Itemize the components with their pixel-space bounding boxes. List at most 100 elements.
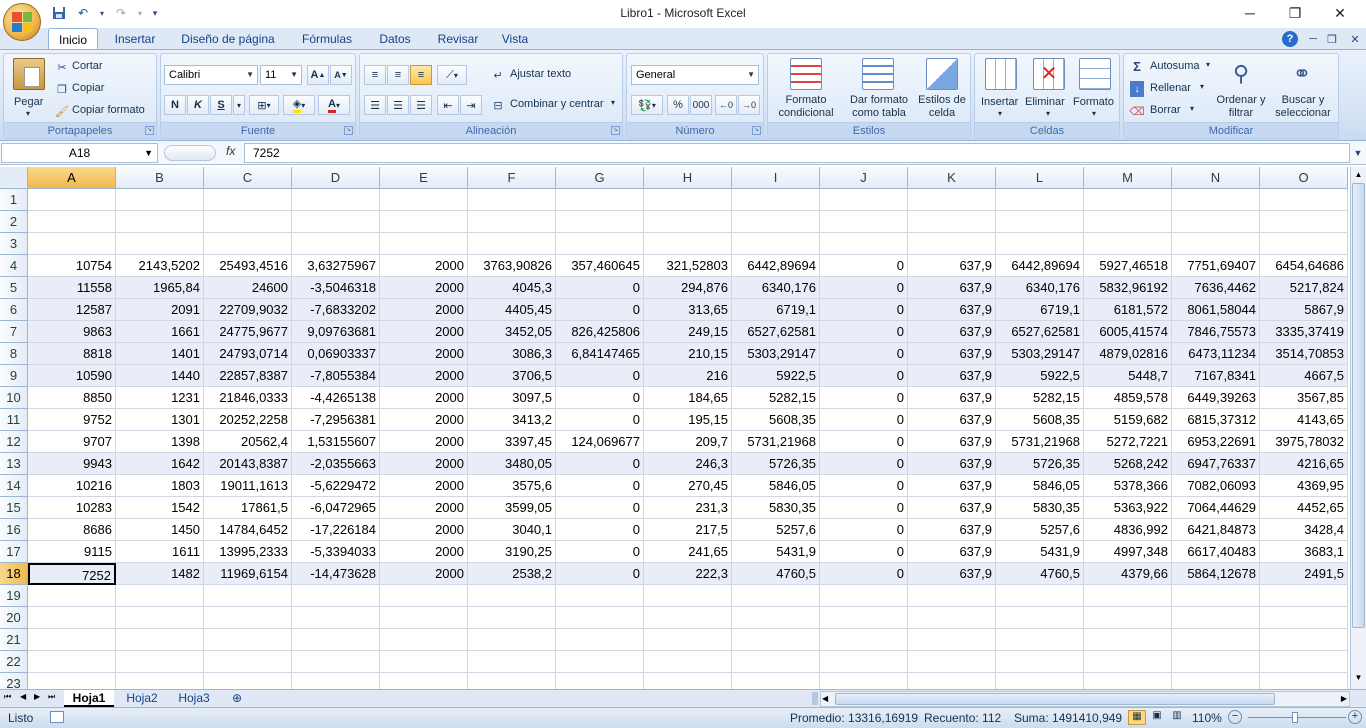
cell-g14[interactable]: 0	[556, 475, 644, 497]
align-middle-icon[interactable]: ≡	[387, 65, 409, 85]
cell-i23[interactable]	[732, 673, 820, 689]
cell-n7[interactable]: 7846,75573	[1172, 321, 1260, 343]
row-header-7[interactable]: 7	[0, 321, 28, 343]
cell-i16[interactable]: 5257,6	[732, 519, 820, 541]
cell-n15[interactable]: 7064,44629	[1172, 497, 1260, 519]
cell-j6[interactable]: 0	[820, 299, 908, 321]
cell-g11[interactable]: 0	[556, 409, 644, 431]
cell-l21[interactable]	[996, 629, 1084, 651]
cell-e9[interactable]: 2000	[380, 365, 468, 387]
row-header-13[interactable]: 13	[0, 453, 28, 475]
vertical-scroll-thumb[interactable]	[1352, 183, 1365, 628]
name-box[interactable]: A18 ▼	[1, 143, 158, 163]
sheet-tab-hoja2[interactable]: Hoja2	[118, 690, 166, 707]
cell-f4[interactable]: 3763,90826	[468, 255, 556, 277]
cell-k20[interactable]	[908, 607, 996, 629]
cell-i1[interactable]	[732, 189, 820, 211]
cell-b6[interactable]: 2091	[116, 299, 204, 321]
cell-o22[interactable]	[1260, 651, 1348, 673]
align-bottom-icon[interactable]: ≡	[410, 65, 432, 85]
cell-a21[interactable]	[28, 629, 116, 651]
cell-f3[interactable]	[468, 233, 556, 255]
cell-d8[interactable]: 0,06903337	[292, 343, 380, 365]
cell-l20[interactable]	[996, 607, 1084, 629]
row-header-16[interactable]: 16	[0, 519, 28, 541]
cell-f8[interactable]: 3086,3	[468, 343, 556, 365]
expand-formula-icon[interactable]: ▼	[1352, 145, 1364, 161]
cell-a22[interactable]	[28, 651, 116, 673]
cell-d5[interactable]: -3,5046318	[292, 277, 380, 299]
cell-a4[interactable]: 10754	[28, 255, 116, 277]
cell-a18[interactable]: 7252	[28, 563, 116, 585]
cell-f18[interactable]: 2538,2	[468, 563, 556, 585]
select-all-corner[interactable]	[0, 167, 28, 189]
cell-c22[interactable]	[204, 651, 292, 673]
cell-f9[interactable]: 3706,5	[468, 365, 556, 387]
row-header-3[interactable]: 3	[0, 233, 28, 255]
cell-f14[interactable]: 3575,6	[468, 475, 556, 497]
cell-e23[interactable]	[380, 673, 468, 689]
cell-e5[interactable]: 2000	[380, 277, 468, 299]
scroll-down-icon[interactable]: ▼	[1352, 671, 1365, 685]
cell-g18[interactable]: 0	[556, 563, 644, 585]
cell-o9[interactable]: 4667,5	[1260, 365, 1348, 387]
cell-e12[interactable]: 2000	[380, 431, 468, 453]
cell-k9[interactable]: 637,9	[908, 365, 996, 387]
row-header-21[interactable]: 21	[0, 629, 28, 651]
cell-d2[interactable]	[292, 211, 380, 233]
cell-h13[interactable]: 246,3	[644, 453, 732, 475]
column-header-g[interactable]: G	[556, 167, 644, 189]
fill-color-icon[interactable]: ◈ ▾	[283, 95, 315, 115]
cell-d10[interactable]: -4,4265138	[292, 387, 380, 409]
cell-b4[interactable]: 2143,5202	[116, 255, 204, 277]
cell-k19[interactable]	[908, 585, 996, 607]
ribbon-minimize-icon[interactable]: ─	[1306, 31, 1320, 47]
cell-a5[interactable]: 11558	[28, 277, 116, 299]
increase-decimal-icon[interactable]: ←0	[715, 95, 737, 115]
cell-m23[interactable]	[1084, 673, 1172, 689]
cell-a12[interactable]: 9707	[28, 431, 116, 453]
cell-o7[interactable]: 3335,37419	[1260, 321, 1348, 343]
cell-b15[interactable]: 1542	[116, 497, 204, 519]
scroll-left-icon[interactable]: ◀	[822, 692, 828, 706]
cell-e16[interactable]: 2000	[380, 519, 468, 541]
cell-j2[interactable]	[820, 211, 908, 233]
cell-d9[interactable]: -7,8055384	[292, 365, 380, 387]
cell-c9[interactable]: 22857,8387	[204, 365, 292, 387]
cell-l1[interactable]	[996, 189, 1084, 211]
cell-f17[interactable]: 3190,25	[468, 541, 556, 563]
tab-diseno-pagina[interactable]: Diseño de página	[174, 28, 282, 50]
cell-f20[interactable]	[468, 607, 556, 629]
last-sheet-icon[interactable]: ⏭	[48, 692, 55, 702]
cell-g2[interactable]	[556, 211, 644, 233]
cell-n12[interactable]: 6953,22691	[1172, 431, 1260, 453]
cell-i2[interactable]	[732, 211, 820, 233]
cell-j16[interactable]: 0	[820, 519, 908, 541]
cell-a1[interactable]	[28, 189, 116, 211]
cell-i3[interactable]	[732, 233, 820, 255]
cell-e3[interactable]	[380, 233, 468, 255]
cell-b19[interactable]	[116, 585, 204, 607]
cell-c13[interactable]: 20143,8387	[204, 453, 292, 475]
cell-m10[interactable]: 4859,578	[1084, 387, 1172, 409]
cell-n18[interactable]: 5864,12678	[1172, 563, 1260, 585]
cell-a11[interactable]: 9752	[28, 409, 116, 431]
macro-record-icon[interactable]	[50, 711, 64, 723]
sheet-tab-hoja1[interactable]: Hoja1	[64, 690, 114, 707]
cell-e15[interactable]: 2000	[380, 497, 468, 519]
row-header-11[interactable]: 11	[0, 409, 28, 431]
cell-f19[interactable]	[468, 585, 556, 607]
cell-c18[interactable]: 11969,6154	[204, 563, 292, 585]
align-left-icon[interactable]: ☰	[364, 95, 386, 115]
decrease-decimal-icon[interactable]: →0	[738, 95, 760, 115]
cell-l16[interactable]: 5257,6	[996, 519, 1084, 541]
cell-f10[interactable]: 3097,5	[468, 387, 556, 409]
cell-n6[interactable]: 8061,58044	[1172, 299, 1260, 321]
conditional-format-button[interactable]: Formato condicional	[770, 56, 842, 122]
cell-f16[interactable]: 3040,1	[468, 519, 556, 541]
row-header-18[interactable]: 18	[0, 563, 28, 585]
cell-b12[interactable]: 1398	[116, 431, 204, 453]
cell-o11[interactable]: 4143,65	[1260, 409, 1348, 431]
cell-d1[interactable]	[292, 189, 380, 211]
cell-o4[interactable]: 6454,64686	[1260, 255, 1348, 277]
